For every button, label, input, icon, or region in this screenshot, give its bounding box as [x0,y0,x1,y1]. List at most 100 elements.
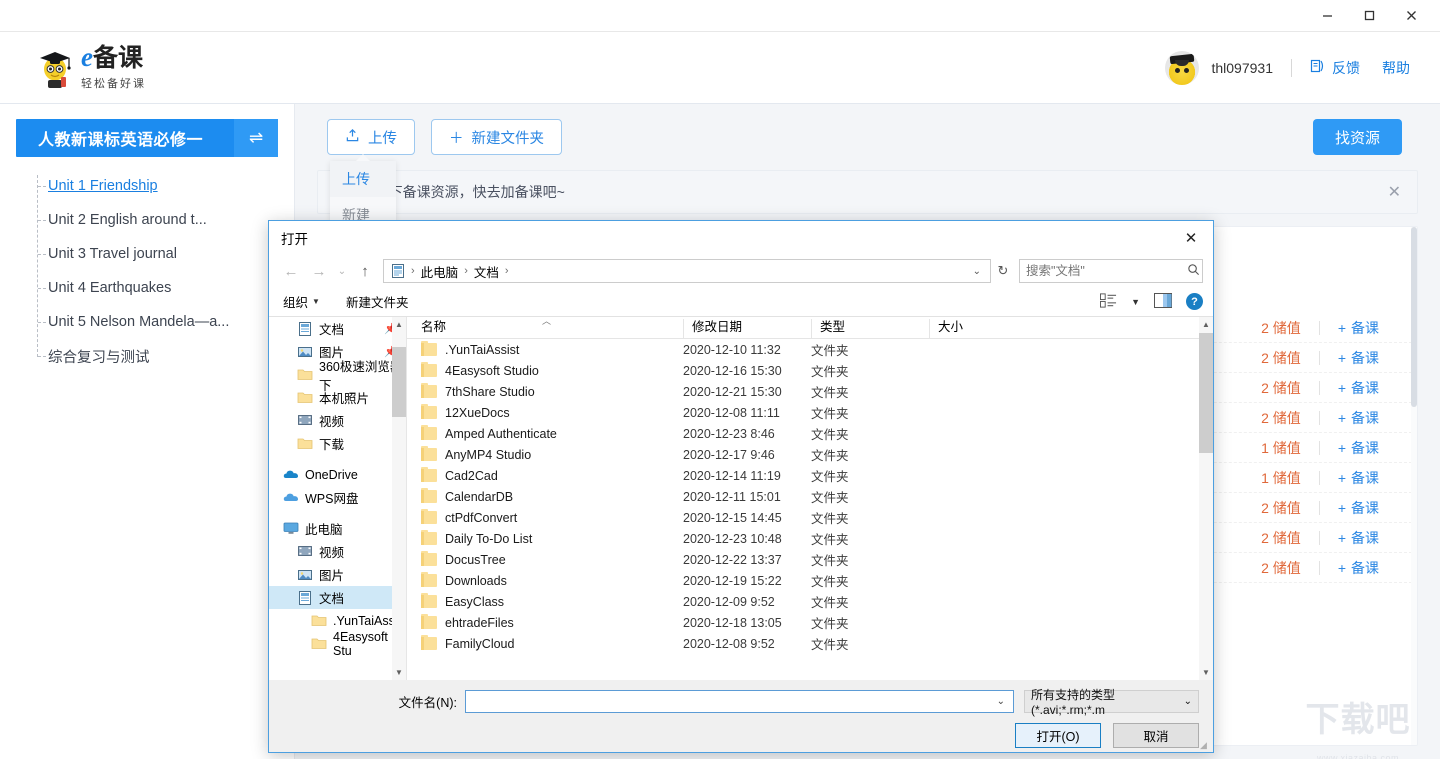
maximize-icon[interactable] [1348,0,1390,31]
view-controls: ▼ ? [1100,292,1203,311]
upload-button[interactable]: 上传 [327,119,415,155]
nav-item-onedrive[interactable]: OneDrive [269,463,406,486]
prepare-lesson-button[interactable]: + 备课 [1338,408,1379,428]
file-name-cell: Daily To-Do List [407,530,683,546]
store-value: 1 储值 [1261,469,1301,486]
prepare-lesson-button[interactable]: + 备课 [1338,558,1379,578]
find-resource-button[interactable]: 找资源 [1312,119,1402,155]
dialog-close-icon[interactable]: ✕ [1169,222,1213,255]
breadcrumb-this-pc[interactable]: 此电脑 [417,262,463,281]
scrollbar-thumb[interactable] [1411,227,1417,407]
table-row[interactable]: CalendarDB 2020-12-11 15:01 文件夹 [407,486,1213,507]
breadcrumb-documents[interactable]: 文档 [470,262,503,281]
scrollbar-thumb[interactable] [392,347,406,417]
nav-item-documents[interactable]: 文档 [269,586,406,609]
up-button[interactable]: ↑ [351,258,379,284]
back-button[interactable]: ← [277,258,305,284]
address-breadcrumb[interactable]: › 此电脑 › 文档 › ⌄ [383,259,991,283]
nav-item-downloads-quick[interactable]: 下载 [269,432,406,455]
list-view-icon[interactable] [1100,292,1117,311]
nav-item-wps-cloud[interactable]: WPS网盘 [269,486,406,509]
prepare-lesson-button[interactable]: + 备课 [1338,378,1379,398]
chevron-down-icon[interactable]: ⌄ [1184,696,1192,707]
avatar[interactable] [1165,50,1200,85]
chevron-down-icon[interactable]: ⌄ [993,696,1009,707]
prepare-lesson-button[interactable]: + 备课 [1338,438,1379,458]
organize-button[interactable]: 组织 ▼ [283,292,320,311]
refresh-button[interactable]: ↻ [991,259,1015,283]
nav-item-label: 图片 [319,569,345,583]
table-row[interactable]: 12XueDocs 2020-12-08 11:11 文件夹 [407,402,1213,423]
table-row[interactable]: Cad2Cad 2020-12-14 11:19 文件夹 [407,465,1213,486]
file-list-scrollbar[interactable]: ▲ ▼ [1199,317,1213,680]
plus-icon: + [1337,349,1346,366]
nav-item-this-pc[interactable]: 此电脑 [269,517,406,540]
nav-pane-scrollbar[interactable]: ▲ ▼ [392,317,406,680]
table-row[interactable]: Downloads 2020-12-19 15:22 文件夹 [407,570,1213,591]
scroll-down-arrow[interactable]: ▼ [392,665,406,680]
resize-grip-icon[interactable]: ◢ [1200,740,1210,750]
prepare-lesson-button[interactable]: + 备课 [1338,348,1379,368]
swap-course-icon[interactable]: ⇌ [234,119,278,157]
course-selector[interactable]: 人教新课标英语必修一 ⇌ [16,119,278,157]
prepare-lesson-button[interactable]: + 备课 [1338,318,1379,338]
table-row[interactable]: .YunTaiAssist 2020-12-10 11:32 文件夹 [407,339,1213,360]
search-input[interactable] [1026,264,1187,278]
sidebar-item-unit-3[interactable]: Unit 3 Travel journal [0,237,294,271]
table-row[interactable]: Amped Authenticate 2020-12-23 8:46 文件夹 [407,423,1213,444]
feedback-link[interactable]: 反馈 [1310,58,1360,78]
prepare-lesson-button[interactable]: + 备课 [1338,498,1379,518]
column-header-date[interactable]: 修改日期 [683,319,811,338]
new-folder-button[interactable]: ＋ 新建文件夹 [431,119,562,155]
column-header-size[interactable]: 大小 [929,319,1049,338]
scroll-down-arrow[interactable]: ▼ [1199,665,1213,680]
sidebar-item-unit-2[interactable]: Unit 2 English around t... [0,203,294,237]
scrollbar-thumb[interactable] [1199,333,1213,453]
nav-item-videos-quick[interactable]: 视频 [269,409,406,432]
table-row[interactable]: FamilyCloud 2020-12-08 9:52 文件夹 [407,633,1213,654]
table-row[interactable]: EasyClass 2020-12-09 9:52 文件夹 [407,591,1213,612]
minimize-icon[interactable] [1306,0,1348,31]
help-link[interactable]: 帮助 [1382,58,1410,78]
notice-close-icon[interactable]: ✕ [1388,182,1401,202]
table-row[interactable]: 7thShare Studio 2020-12-21 15:30 文件夹 [407,381,1213,402]
open-button[interactable]: 打开(O) [1015,723,1101,748]
cancel-button[interactable]: 取消 [1113,723,1199,748]
table-row[interactable]: AnyMP4 Studio 2020-12-17 9:46 文件夹 [407,444,1213,465]
filename-field[interactable]: ⌄ [465,690,1014,713]
menu-item-upload[interactable]: 上传 [330,161,396,197]
nav-item-360browser[interactable]: 360极速浏览器下 [269,360,406,393]
search-box[interactable] [1019,259,1203,283]
table-row[interactable]: ehtradeFiles 2020-12-18 13:05 文件夹 [407,612,1213,633]
close-icon[interactable] [1390,0,1432,31]
prepare-label: 备课 [1351,349,1379,366]
prepare-lesson-button[interactable]: + 备课 [1338,528,1379,548]
view-dropdown-icon[interactable]: ▼ [1131,297,1140,307]
preview-pane-icon[interactable] [1154,292,1172,311]
filename-input[interactable] [470,694,993,709]
sidebar-item-unit-5[interactable]: Unit 5 Nelson Mandela—a... [0,305,294,339]
help-icon[interactable]: ? [1186,293,1203,310]
brand-logo[interactable]: e备课 轻松备好课 [36,44,146,91]
scroll-up-arrow[interactable]: ▲ [392,317,406,332]
scroll-up-arrow[interactable]: ▲ [1199,317,1213,332]
table-row[interactable]: Daily To-Do List 2020-12-23 10:48 文件夹 [407,528,1213,549]
sidebar-item-unit-1[interactable]: Unit 1 Friendship [0,169,294,203]
column-header-type[interactable]: 类型 [811,319,929,338]
table-row[interactable]: DocusTree 2020-12-22 13:37 文件夹 [407,549,1213,570]
nav-item-4easysoft[interactable]: 4Easysoft Stu [269,630,406,658]
chevron-down-icon[interactable]: ⌄ [973,266,986,277]
prepare-lesson-button[interactable]: + 备课 [1338,468,1379,488]
table-row[interactable]: ctPdfConvert 2020-12-15 14:45 文件夹 [407,507,1213,528]
resource-scrollbar[interactable] [1411,227,1417,745]
table-row[interactable]: 4Easysoft Studio 2020-12-16 15:30 文件夹 [407,360,1213,381]
file-type-filter[interactable]: 所有支持的类型 (*.avi;*.rm;*.m ⌄ [1024,688,1199,717]
forward-button[interactable]: → [305,258,333,284]
nav-item-documents-quick[interactable]: 文档 📌 [269,317,406,340]
new-folder-command[interactable]: 新建文件夹 [346,292,409,311]
sidebar-item-unit-4[interactable]: Unit 4 Earthquakes [0,271,294,305]
recent-locations-button[interactable]: ⌄ [333,258,351,284]
nav-item-pictures[interactable]: 图片 [269,563,406,586]
sidebar-item-review[interactable]: 综合复习与测试 [0,339,294,373]
nav-item-videos[interactable]: 视频 [269,540,406,563]
